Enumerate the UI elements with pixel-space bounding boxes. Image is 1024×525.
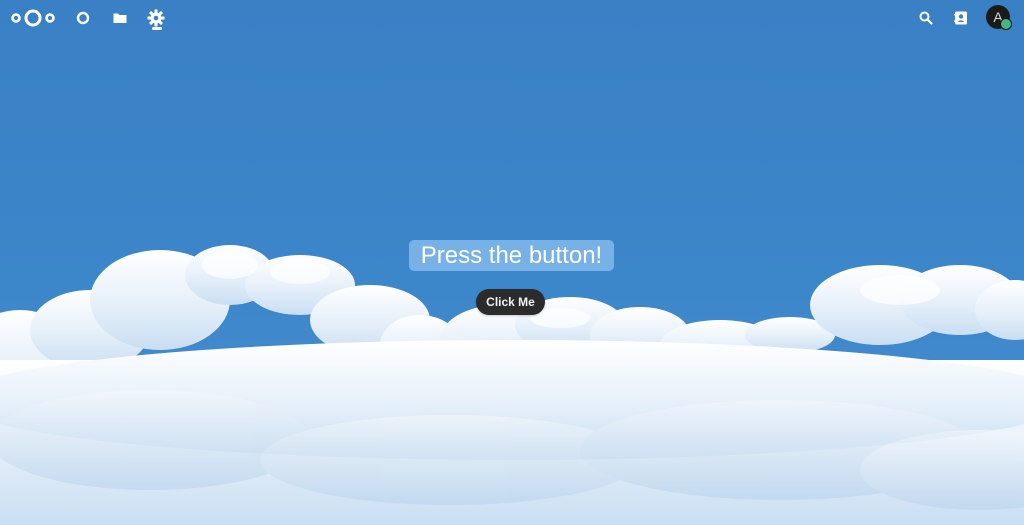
contacts-button[interactable]: [951, 8, 971, 28]
active-app-indicator: [152, 27, 162, 30]
page-headline: Press the button!: [409, 240, 614, 271]
search-icon: [919, 11, 933, 25]
click-me-button[interactable]: Click Me: [476, 289, 545, 315]
app-dashboard[interactable]: [73, 8, 93, 28]
online-status-icon: [1000, 18, 1012, 30]
nextcloud-logo-icon[interactable]: [10, 6, 56, 30]
search-button[interactable]: [916, 8, 936, 28]
contacts-icon: [954, 11, 967, 25]
folder-icon: [113, 13, 127, 23]
dashboard-icon: [76, 11, 90, 25]
gear-icon: [147, 9, 165, 27]
app-settings[interactable]: [146, 8, 166, 28]
app-files[interactable]: [110, 8, 130, 28]
top-header: A: [0, 0, 1024, 36]
